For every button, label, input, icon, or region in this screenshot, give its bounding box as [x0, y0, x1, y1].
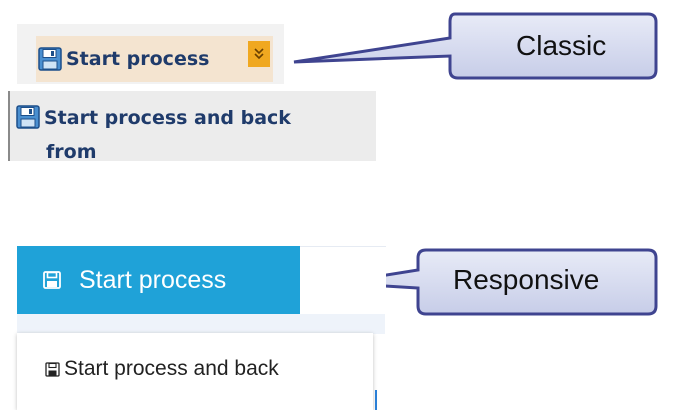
classic-menu-item-label: Start process and back [44, 107, 291, 129]
responsive-start-process-button[interactable]: Start process [17, 246, 300, 314]
save-icon [45, 361, 60, 377]
responsive-toolbar [300, 246, 386, 317]
responsive-menu-item-label: Start process and back [64, 357, 279, 380]
callout-classic-label: Classic [516, 30, 607, 61]
classic-start-process-button[interactable]: Start process [36, 36, 273, 82]
floppy-disk-icon [16, 105, 40, 129]
responsive-start-process-label: Start process [79, 265, 227, 294]
responsive-menu-item-start-process-and-back[interactable]: Start process and back [45, 357, 279, 381]
classic-start-process-label: Start process [66, 48, 210, 70]
save-icon [43, 271, 61, 289]
double-chevron-down-icon[interactable] [248, 41, 270, 67]
classic-menu-item-label-overflow: from [46, 141, 97, 161]
callout-responsive-label: Responsive [453, 264, 600, 295]
focus-marker [375, 390, 377, 410]
floppy-disk-icon [38, 47, 62, 71]
responsive-toolbar-strip [17, 314, 385, 334]
classic-menu-item-start-process-and-back[interactable]: Start process and back from [14, 105, 291, 161]
responsive-dropdown-menu: Start process and back [17, 333, 373, 410]
classic-dropdown-menu: Start process and back from [8, 91, 376, 161]
